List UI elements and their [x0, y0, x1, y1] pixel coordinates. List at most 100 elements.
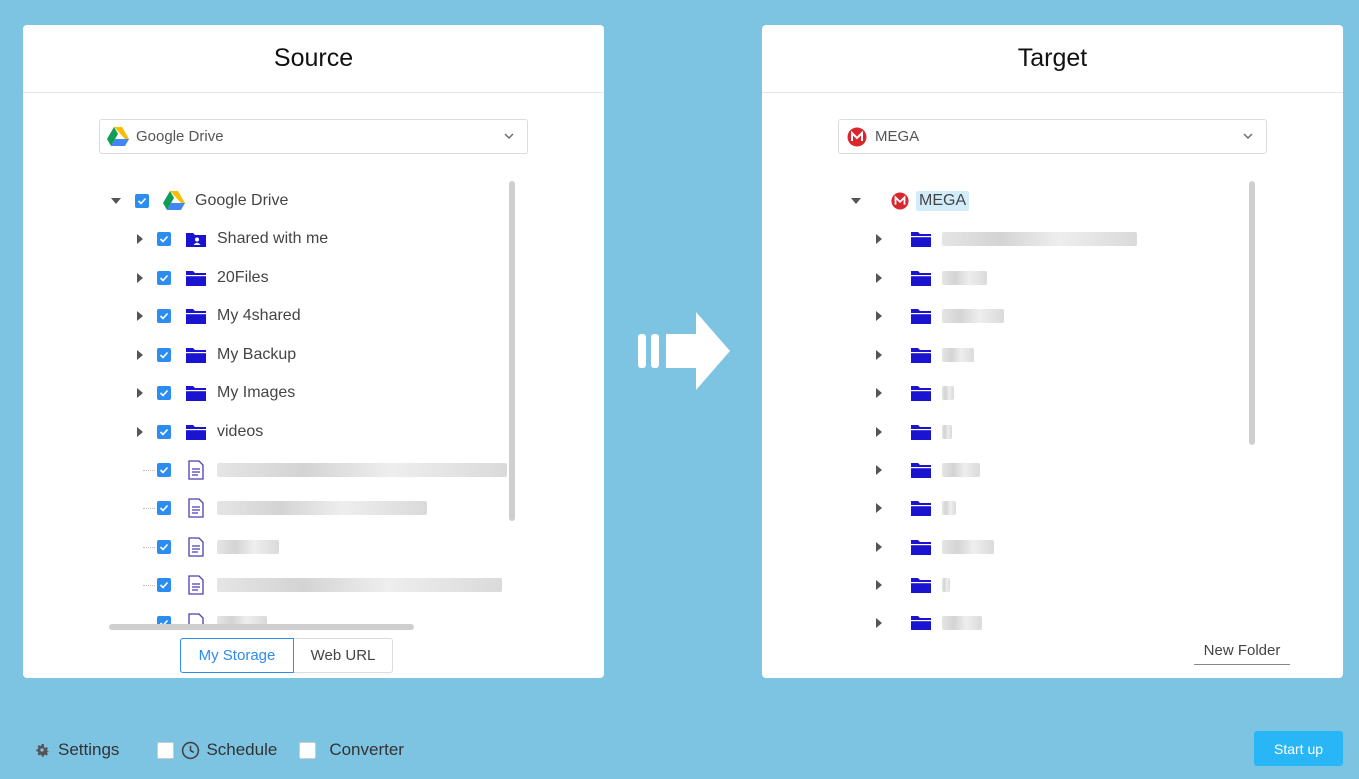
- tree-folder-item[interactable]: [876, 608, 982, 630]
- caret-right-icon[interactable]: [137, 350, 143, 360]
- checkbox-checked[interactable]: [157, 578, 171, 592]
- tree-folder-item[interactable]: [876, 532, 994, 562]
- caret-right-icon[interactable]: [876, 273, 882, 283]
- blurred-folder-name: [942, 348, 974, 362]
- checkbox-checked[interactable]: [157, 540, 171, 554]
- folder-icon: [910, 459, 932, 481]
- caret-right-icon[interactable]: [876, 427, 882, 437]
- caret-right-icon[interactable]: [876, 580, 882, 590]
- converter-label: Converter: [329, 740, 404, 759]
- tree-file-item[interactable]: [157, 532, 279, 562]
- blurred-file-name: [217, 463, 507, 477]
- checkbox-checked[interactable]: [157, 271, 171, 285]
- target-vertical-scrollbar[interactable]: [1249, 181, 1255, 445]
- source-cloud-select[interactable]: Google Drive: [99, 119, 528, 154]
- blurred-folder-name: [942, 386, 954, 400]
- caret-right-icon[interactable]: [876, 234, 882, 244]
- checkbox-checked[interactable]: [157, 501, 171, 515]
- tree-root-label: MEGA: [916, 191, 970, 211]
- converter-toggle[interactable]: Converter: [299, 740, 404, 760]
- tree-folder-item[interactable]: [876, 417, 952, 447]
- converter-checkbox[interactable]: [299, 741, 317, 759]
- caret-right-icon[interactable]: [137, 427, 143, 437]
- tree-folder-item[interactable]: [876, 455, 980, 485]
- caret-right-icon[interactable]: [137, 311, 143, 321]
- folder-icon: [910, 267, 932, 289]
- target-cloud-select[interactable]: MEGA: [838, 119, 1267, 154]
- tree-item-videos[interactable]: videos: [137, 417, 263, 447]
- caret-down-icon[interactable]: [851, 198, 861, 204]
- schedule-checkbox[interactable]: [157, 741, 175, 759]
- folder-icon: [910, 421, 932, 443]
- blurred-folder-name: [942, 540, 994, 554]
- caret-right-icon[interactable]: [876, 618, 882, 628]
- gear-icon: [36, 744, 50, 757]
- file-icon: [185, 574, 207, 596]
- checkbox-checked[interactable]: [157, 232, 171, 246]
- checkbox-checked[interactable]: [135, 194, 149, 208]
- tree-file-item[interactable]: [157, 493, 427, 523]
- tree-item-my-images[interactable]: My Images: [137, 378, 295, 408]
- tab-web-url[interactable]: Web URL: [294, 638, 393, 673]
- caret-right-icon[interactable]: [876, 388, 882, 398]
- tab-my-storage[interactable]: My Storage: [180, 638, 294, 673]
- caret-right-icon[interactable]: [876, 542, 882, 552]
- tree-folder-item[interactable]: [876, 340, 974, 370]
- blurred-folder-name: [942, 232, 1137, 246]
- tree-root-google-drive[interactable]: Google Drive: [111, 186, 288, 216]
- tree-folder-item[interactable]: [876, 263, 987, 293]
- blurred-folder-name: [942, 425, 952, 439]
- caret-right-icon[interactable]: [876, 503, 882, 513]
- tree-folder-item[interactable]: [876, 224, 1137, 254]
- checkbox-checked[interactable]: [157, 309, 171, 323]
- folder-label: videos: [217, 423, 264, 440]
- folder-label: My Images: [217, 384, 296, 401]
- schedule-toggle[interactable]: Schedule: [157, 740, 277, 760]
- tree-item-my-backup[interactable]: My Backup: [137, 340, 296, 370]
- storage-tabs: My Storage Web URL: [180, 638, 393, 673]
- tree-file-item[interactable]: [157, 570, 502, 600]
- google-drive-icon: [107, 126, 129, 148]
- tree-folder-item[interactable]: [876, 301, 1004, 331]
- folder-icon: [185, 305, 207, 327]
- folder-icon: [185, 421, 207, 443]
- caret-right-icon[interactable]: [137, 273, 143, 283]
- caret-right-icon[interactable]: [876, 350, 882, 360]
- checkbox-checked[interactable]: [157, 386, 171, 400]
- caret-down-icon[interactable]: [111, 198, 121, 204]
- folder-icon: [910, 344, 932, 366]
- source-select-value: Google Drive: [136, 128, 224, 145]
- folder-label: My Backup: [217, 346, 297, 363]
- checkbox-checked[interactable]: [157, 425, 171, 439]
- mega-icon: [889, 190, 911, 212]
- tree-folder-item[interactable]: [876, 493, 956, 523]
- caret-right-icon[interactable]: [876, 465, 882, 475]
- settings-button[interactable]: Settings: [33, 740, 119, 760]
- blurred-folder-name: [942, 271, 987, 285]
- source-vertical-scrollbar[interactable]: [509, 181, 515, 521]
- tree-item-20files[interactable]: 20Files: [137, 263, 269, 293]
- tree-root-label: Google Drive: [195, 192, 289, 209]
- tree-item-shared-with-me[interactable]: Shared with me: [137, 224, 328, 254]
- folder-icon: [185, 267, 207, 289]
- settings-label: Settings: [58, 740, 120, 759]
- schedule-label: Schedule: [206, 740, 278, 759]
- caret-right-icon[interactable]: [137, 388, 143, 398]
- checkbox-checked[interactable]: [157, 463, 171, 477]
- source-horizontal-scrollbar[interactable]: [109, 624, 414, 630]
- blurred-folder-name: [942, 578, 950, 592]
- caret-right-icon[interactable]: [137, 234, 143, 244]
- tree-folder-item[interactable]: [876, 378, 954, 408]
- checkbox-checked[interactable]: [157, 348, 171, 362]
- blurred-folder-name: [942, 501, 956, 515]
- start-up-button[interactable]: Start up: [1254, 731, 1343, 766]
- shared-folder-icon: [185, 228, 207, 250]
- tree-root-mega[interactable]: MEGA: [851, 186, 970, 216]
- source-panel: Source Google Drive Google Drive Shared …: [23, 25, 604, 678]
- tree-item-my-4shared[interactable]: My 4shared: [137, 301, 301, 331]
- caret-right-icon[interactable]: [876, 311, 882, 321]
- blurred-file-name: [217, 501, 427, 515]
- new-folder-button[interactable]: New Folder: [1194, 637, 1290, 665]
- tree-folder-item[interactable]: [876, 570, 950, 600]
- tree-file-item[interactable]: [157, 455, 507, 485]
